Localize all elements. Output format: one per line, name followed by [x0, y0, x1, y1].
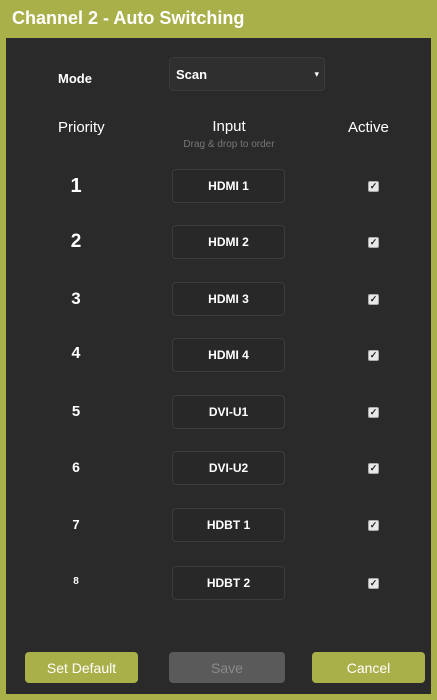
save-button[interactable]: Save: [169, 652, 285, 683]
priority-number: 6: [72, 459, 80, 475]
chevron-down-icon: ▾: [314, 69, 319, 79]
input-drag-item[interactable]: DVI-U1: [172, 395, 285, 429]
priority-row: 1 HDMI 1 ✓: [6, 169, 431, 209]
set-default-button[interactable]: Set Default: [25, 652, 138, 683]
auto-switching-dialog: Channel 2 - Auto Switching Mode Scan ▾ P…: [0, 0, 437, 700]
active-column-header: Active: [348, 119, 389, 136]
priority-number: 5: [71, 403, 81, 420]
active-checkbox[interactable]: ✓: [368, 463, 379, 474]
active-checkbox[interactable]: ✓: [368, 520, 379, 531]
input-drag-item[interactable]: DVI-U2: [172, 451, 285, 485]
priority-row: 7 HDBT 1 ✓: [6, 508, 431, 548]
priority-number: 1: [70, 175, 82, 197]
title-bar: Channel 2 - Auto Switching: [6, 0, 431, 38]
active-checkbox[interactable]: ✓: [368, 350, 379, 361]
priority-number: 3: [71, 289, 81, 308]
priority-row: 6 DVI-U2 ✓: [6, 451, 431, 491]
priority-row: 4 HDMI 4 ✓: [6, 338, 431, 378]
input-drag-item[interactable]: HDMI 1: [172, 169, 285, 203]
active-checkbox[interactable]: ✓: [368, 294, 379, 305]
input-drag-item[interactable]: HDBT 1: [172, 508, 285, 542]
active-checkbox[interactable]: ✓: [368, 407, 379, 418]
drag-drop-hint: Drag & drop to order: [183, 139, 275, 150]
input-drag-item[interactable]: HDMI 4: [172, 338, 285, 372]
priority-row: 8 HDBT 2 ✓: [6, 566, 431, 606]
mode-selected-value: Scan: [176, 67, 208, 82]
cancel-button[interactable]: Cancel: [312, 652, 425, 683]
priority-number: 8: [73, 576, 79, 587]
priority-row: 2 HDMI 2 ✓: [6, 225, 431, 265]
priority-row: 3 HDMI 3 ✓: [6, 282, 431, 322]
priority-number: 7: [72, 517, 80, 532]
priority-number: 2: [70, 231, 82, 252]
active-checkbox[interactable]: ✓: [368, 237, 379, 248]
input-drag-item[interactable]: HDMI 2: [172, 225, 285, 259]
dialog-title: Channel 2 - Auto Switching: [12, 8, 245, 28]
input-drag-item[interactable]: HDMI 3: [172, 282, 285, 316]
priority-number: 4: [71, 345, 81, 362]
mode-select[interactable]: Scan ▾: [169, 57, 325, 91]
input-drag-item[interactable]: HDBT 2: [172, 566, 285, 600]
priority-row: 5 DVI-U1 ✓: [6, 395, 431, 435]
active-checkbox[interactable]: ✓: [368, 578, 379, 589]
mode-label: Mode: [58, 71, 92, 86]
active-checkbox[interactable]: ✓: [368, 181, 379, 192]
